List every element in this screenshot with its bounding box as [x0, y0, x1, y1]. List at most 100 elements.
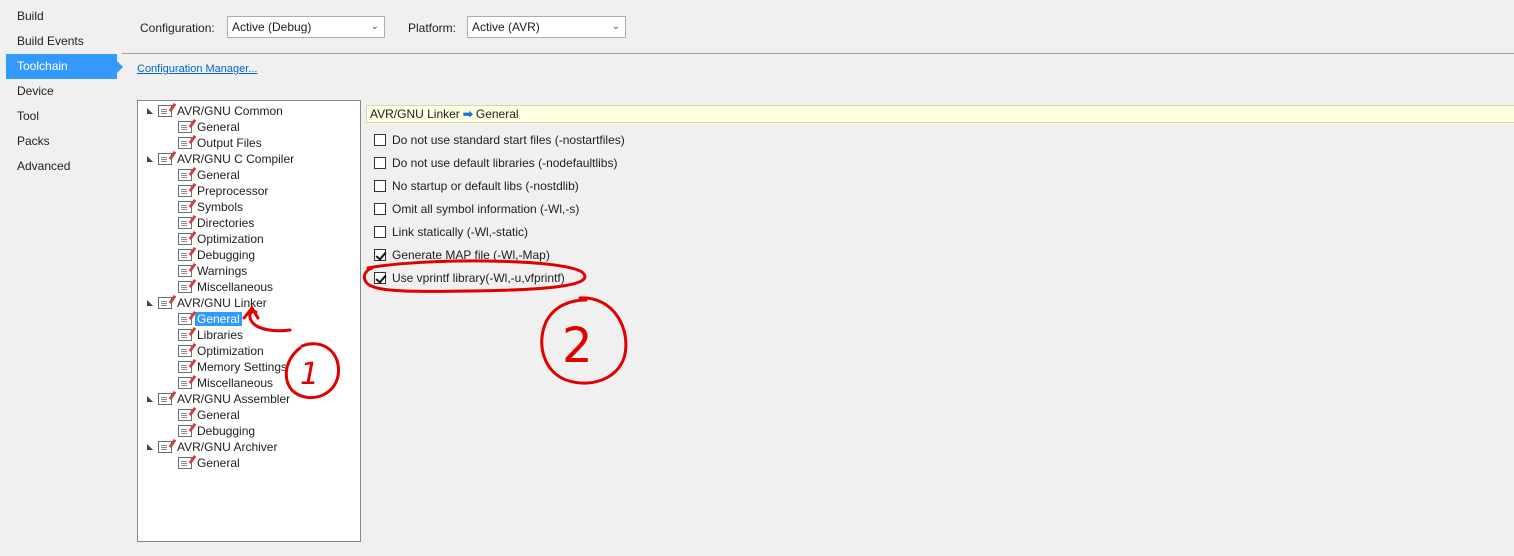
active-pointer-icon	[117, 61, 123, 73]
tree-item[interactable]: Optimization	[178, 343, 266, 359]
tree-item-label: Libraries	[197, 328, 244, 342]
tree-item[interactable]: General	[178, 119, 242, 135]
tree-group-label: AVR/GNU C Compiler	[177, 152, 295, 166]
tree-item-label: Optimization	[197, 344, 264, 358]
tree-group[interactable]: AVR/GNU Assembler	[158, 391, 292, 407]
nav-item-tool[interactable]: Tool	[0, 104, 122, 129]
properties-icon	[178, 265, 192, 277]
properties-icon	[178, 345, 192, 357]
tree-group[interactable]: AVR/GNU Common	[158, 103, 285, 119]
tree-group[interactable]: AVR/GNU C Compiler	[158, 151, 296, 167]
option-checkbox-row[interactable]: No startup or default libs (-nostdlib)	[374, 178, 579, 194]
option-checkbox-row[interactable]: Do not use standard start files (-nostar…	[374, 132, 625, 148]
option-checkbox-row[interactable]: Generate MAP file (-Wl,-Map)	[374, 247, 550, 263]
properties-icon	[178, 169, 192, 181]
chevron-down-icon: ⌄	[370, 21, 379, 32]
properties-icon	[178, 457, 192, 469]
breadcrumb-current: General	[475, 107, 519, 121]
expand-collapse-icon[interactable]	[147, 156, 153, 162]
checkbox[interactable]	[374, 203, 386, 215]
tree-item-label: General	[197, 408, 240, 422]
nav-item-build-events[interactable]: Build Events	[0, 29, 122, 54]
tree-item[interactable]: Warnings	[178, 263, 249, 279]
platform-label: Platform:	[408, 21, 457, 35]
expand-collapse-icon[interactable]	[147, 108, 153, 114]
tree-group[interactable]: AVR/GNU Linker	[158, 295, 269, 311]
platform-value: Active (AVR)	[472, 20, 540, 34]
tree-item[interactable]: General	[178, 167, 242, 183]
tree-item-label: General	[195, 312, 242, 326]
option-label: No startup or default libs (-nostdlib)	[392, 179, 579, 193]
tree-item[interactable]: General	[178, 407, 242, 423]
tree-item-label: Directories	[197, 216, 255, 230]
nav-item-build[interactable]: Build	[0, 4, 122, 29]
properties-icon	[178, 201, 192, 213]
nav-item-toolchain[interactable]: Toolchain	[6, 54, 123, 79]
properties-icon	[158, 105, 172, 117]
tree-group-label: AVR/GNU Common	[177, 104, 283, 118]
option-checkbox-row[interactable]: Omit all symbol information (-Wl,-s)	[374, 201, 579, 217]
configuration-select[interactable]: Active (Debug) ⌄	[227, 16, 385, 38]
project-properties-nav: Build Build Events Toolchain Device Tool…	[0, 4, 123, 179]
option-label: Do not use standard start files (-nostar…	[392, 133, 625, 147]
tree-item[interactable]: General	[178, 455, 242, 471]
expand-collapse-icon[interactable]	[147, 300, 153, 306]
properties-icon	[178, 361, 192, 373]
checkbox[interactable]	[374, 180, 386, 192]
properties-icon	[178, 281, 192, 293]
tree-group-label: AVR/GNU Linker	[177, 296, 267, 310]
tree-item[interactable]: Debugging	[178, 247, 257, 263]
tree-item[interactable]: Debugging	[178, 423, 257, 439]
tree-item-label: General	[197, 456, 240, 470]
tree-item[interactable]: Symbols	[178, 199, 245, 215]
nav-item-device[interactable]: Device	[0, 79, 122, 104]
tree-group-label: AVR/GNU Archiver	[177, 440, 278, 454]
tree-item-label: Output Files	[197, 136, 262, 150]
tree-item-label: Miscellaneous	[197, 376, 274, 390]
checkbox[interactable]	[374, 272, 386, 284]
tree-item[interactable]: Directories	[178, 215, 256, 231]
properties-icon	[178, 409, 192, 421]
tree-item[interactable]: Libraries	[178, 327, 245, 343]
chevron-down-icon: ⌄	[611, 21, 620, 32]
properties-icon	[178, 377, 192, 389]
tree-item[interactable]: General	[178, 311, 242, 327]
option-label: Do not use default libraries (-nodefault…	[392, 156, 618, 170]
checkbox[interactable]	[374, 157, 386, 169]
checkbox[interactable]	[374, 134, 386, 146]
toolchain-tree[interactable]: AVR/GNU Common General Output Files AVR/GNU…	[137, 100, 361, 542]
expand-collapse-icon[interactable]	[147, 444, 153, 450]
tree-item-label: Symbols	[197, 200, 244, 214]
checkbox[interactable]	[374, 249, 386, 261]
tree-item[interactable]: Memory Settings	[178, 359, 289, 375]
option-checkbox-row[interactable]: Use vprintf library(-Wl,-u,vfprintf)	[374, 270, 565, 286]
tree-item-label: Warnings	[197, 264, 248, 278]
tree-item-label: Preprocessor	[197, 184, 269, 198]
tree-item-label: General	[197, 168, 240, 182]
tree-item-label: Memory Settings	[197, 360, 288, 374]
checkbox[interactable]	[374, 226, 386, 238]
nav-item-packs[interactable]: Packs	[0, 129, 122, 154]
tree-item[interactable]: Output Files	[178, 135, 264, 151]
option-label: Generate MAP file (-Wl,-Map)	[392, 248, 550, 262]
configuration-manager-link[interactable]: Configuration Manager...	[137, 63, 257, 75]
expand-collapse-icon[interactable]	[147, 396, 153, 402]
platform-select[interactable]: Active (AVR) ⌄	[467, 16, 626, 38]
properties-icon	[158, 297, 172, 309]
tree-group[interactable]: AVR/GNU Archiver	[158, 439, 279, 455]
breadcrumb-parent: AVR/GNU Linker	[370, 107, 460, 121]
properties-icon	[178, 217, 192, 229]
tree-item[interactable]: Miscellaneous	[178, 279, 275, 295]
tree-item[interactable]: Optimization	[178, 231, 266, 247]
option-label: Use vprintf library(-Wl,-u,vfprintf)	[392, 271, 565, 285]
properties-icon	[178, 425, 192, 437]
option-checkbox-row[interactable]: Do not use default libraries (-nodefault…	[374, 155, 617, 171]
tree-item-label: General	[197, 120, 240, 134]
option-checkbox-row[interactable]: Link statically (-Wl,-static)	[374, 224, 528, 240]
divider	[122, 53, 1514, 54]
properties-icon	[158, 153, 172, 165]
tree-item[interactable]: Preprocessor	[178, 183, 270, 199]
tree-item[interactable]: Miscellaneous	[178, 375, 275, 391]
properties-icon	[178, 185, 192, 197]
nav-item-advanced[interactable]: Advanced	[0, 154, 122, 179]
